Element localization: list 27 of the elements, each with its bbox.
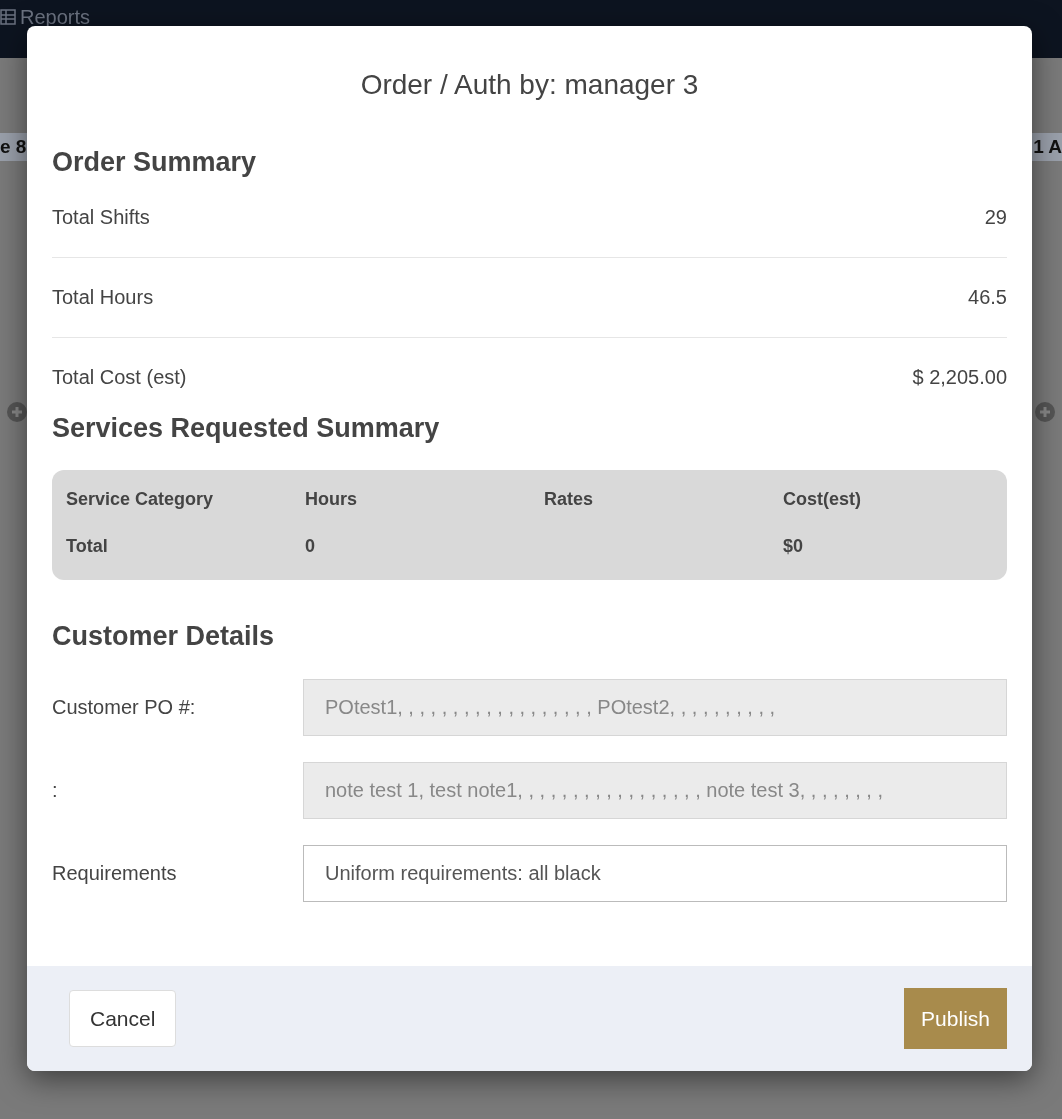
summary-value: 46.5 xyxy=(968,285,1007,310)
column-header: 1 A xyxy=(1033,134,1062,159)
column-header: Hours xyxy=(305,488,358,512)
cancel-button[interactable]: Cancel xyxy=(69,989,177,1048)
modal-title: Order / Auth by: manager 3 xyxy=(359,68,700,102)
summary-label: Total Cost (est) xyxy=(52,365,187,390)
field-label: Customer PO #: xyxy=(52,695,197,721)
column-header: Service Category xyxy=(66,488,215,512)
field-label: Requirements xyxy=(52,861,178,887)
field-label: : xyxy=(52,778,59,804)
section-heading: Services Requested Summary xyxy=(52,412,441,445)
column-header: e 8 xyxy=(0,134,27,159)
publish-button[interactable]: Publish xyxy=(904,987,1007,1050)
column-header: Rates xyxy=(544,488,595,512)
table-cell-text: $0 xyxy=(783,535,805,559)
section-heading: Customer Details xyxy=(52,620,276,653)
summary-label: Total Hours xyxy=(52,285,154,310)
column-header: Cost(est) xyxy=(783,488,862,512)
grid-icon xyxy=(0,9,16,25)
input-field[interactable]: Uniform requirements: all black xyxy=(303,844,1007,902)
table-cell-text: Total xyxy=(66,535,109,559)
summary-label: Total Shifts xyxy=(52,205,150,230)
summary-value: $ 2,205.00 xyxy=(912,365,1007,390)
section-heading: Order Summary xyxy=(52,145,258,178)
add-icon[interactable] xyxy=(6,401,28,423)
summary-value: 29 xyxy=(984,205,1007,230)
table-cell-text: 0 xyxy=(305,535,316,559)
